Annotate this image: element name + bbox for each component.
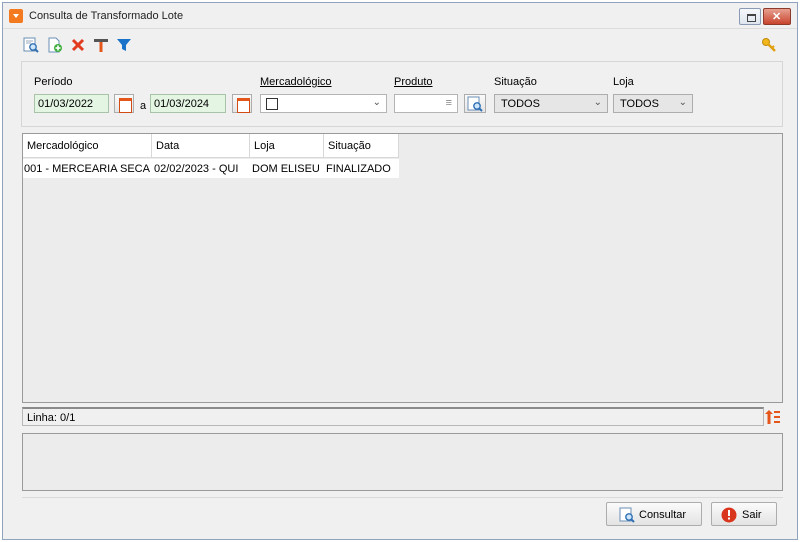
consultar-label: Consultar [639,509,687,521]
row-counter: Linha: 0/1 [27,412,76,424]
cell-situacao: FINALIZADO [326,163,391,175]
produto-input[interactable]: ≡ [394,94,458,113]
chevron-down-icon: ⌄ [678,97,687,108]
column-header-data[interactable]: Data [152,134,250,158]
main-window: Consulta de Transformado Lote ✕ Período … [2,2,798,540]
restore-button[interactable] [739,8,761,25]
produto-label: Produto [394,76,433,88]
window-title: Consulta de Transformado Lote [29,10,184,22]
grid-header: Mercadológico Data Loja Situação [23,134,399,158]
status-bar: Linha: 0/1 [22,407,764,426]
date-from-input[interactable] [34,94,109,113]
chevron-down-icon: ⌄ [593,97,602,108]
search-icon [467,96,483,112]
sair-button[interactable]: Sair [711,502,777,526]
delete-icon[interactable] [70,37,86,53]
date-separator: a [140,100,147,112]
tools-icon[interactable] [93,37,109,53]
cell-mercadologico: 001 - MERCEARIA SECA [24,163,150,175]
consultar-button[interactable]: Consultar [606,502,702,526]
checkbox-icon [266,98,278,110]
periodo-label: Período [34,76,73,88]
cell-data: 02/02/2023 - QUI [154,163,239,175]
title-bar: Consulta de Transformado Lote [3,3,797,29]
search-icon[interactable] [23,37,39,53]
column-header-mercadologico[interactable]: Mercadológico [23,134,152,158]
new-document-icon[interactable] [47,37,63,53]
situacao-label: Situação [494,76,537,88]
produto-search-button[interactable] [464,94,486,113]
column-header-loja[interactable]: Loja [250,134,324,158]
chevron-down-icon: ⌄ [372,97,381,108]
filter-panel: Período a Mercadológico ⌄ Produto ≡ Situ… [21,61,783,127]
app-menu-icon[interactable] [9,9,23,23]
cell-loja: DOM ELISEU [252,163,320,175]
exit-icon [721,507,737,523]
toolbar [3,31,797,57]
footer: Consultar Sair [22,497,783,527]
key-icon[interactable] [761,37,777,53]
results-grid[interactable]: Mercadológico Data Loja Situação 001 - M… [22,133,783,403]
filter-icon[interactable] [116,37,132,53]
column-header-situacao[interactable]: Situação [324,134,399,158]
loja-label: Loja [613,76,634,88]
calendar-to-button[interactable] [232,94,252,113]
situacao-select[interactable]: TODOS ⌄ [494,94,608,113]
date-to-input[interactable] [150,94,226,113]
loja-select[interactable]: TODOS ⌄ [613,94,693,113]
close-button[interactable] [763,8,791,25]
sair-label: Sair [742,509,762,521]
sort-icon[interactable] [765,409,781,425]
mercadologico-label: Mercadológico [260,76,332,88]
search-icon [619,507,635,523]
situacao-value: TODOS [501,98,540,110]
detail-panel [22,433,783,491]
table-row[interactable]: 001 - MERCEARIA SECA 02/02/2023 - QUI DO… [23,159,399,178]
list-icon: ≡ [445,97,452,109]
mercadologico-select[interactable]: ⌄ [260,94,387,113]
calendar-from-button[interactable] [114,94,134,113]
loja-value: TODOS [620,98,659,110]
